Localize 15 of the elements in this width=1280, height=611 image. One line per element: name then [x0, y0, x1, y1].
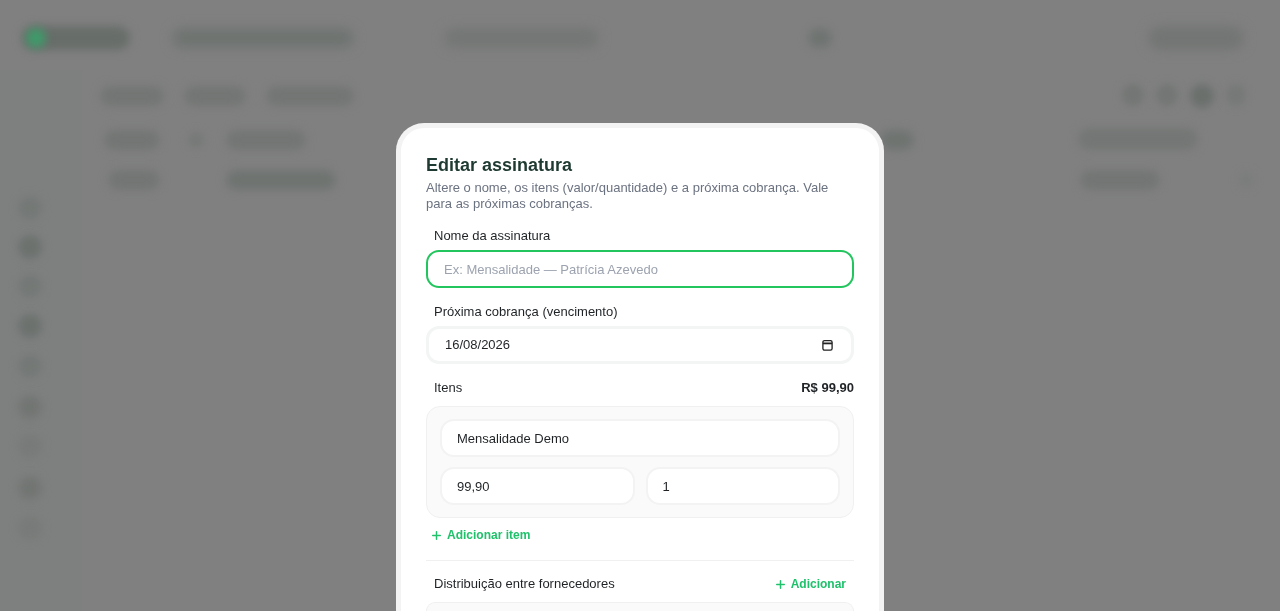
field-label: Nome da assinatura [433, 228, 552, 244]
item-name-field[interactable]: Mensalidade Demo [440, 419, 840, 457]
date-field[interactable]: 16/08/2026 [426, 326, 854, 364]
plus-icon[interactable] [775, 579, 785, 589]
calendar-icon[interactable] [822, 339, 833, 351]
dialog-description: Altere o nome, os itens (valor/quantidade) e a próxima cobrança. Vale para as próximas cobranças. [426, 180, 830, 212]
field-label: Próxima cobrança (vencimento) [433, 304, 619, 320]
items-label: Itens [434, 380, 463, 396]
item-quantity-field[interactable]: 1 [645, 467, 840, 505]
dialog-title: Editar assinatura [426, 154, 574, 177]
items-total: R$ 99,90 [801, 380, 854, 396]
item-price-field[interactable]: 99,90 [440, 467, 635, 505]
plus-icon[interactable] [432, 530, 441, 540]
name-input-field[interactable]: Ex: Mensalidade — Patrícia Azevedo [426, 250, 854, 288]
suppliers-label: Distribuição entre fornecedores [434, 576, 615, 592]
